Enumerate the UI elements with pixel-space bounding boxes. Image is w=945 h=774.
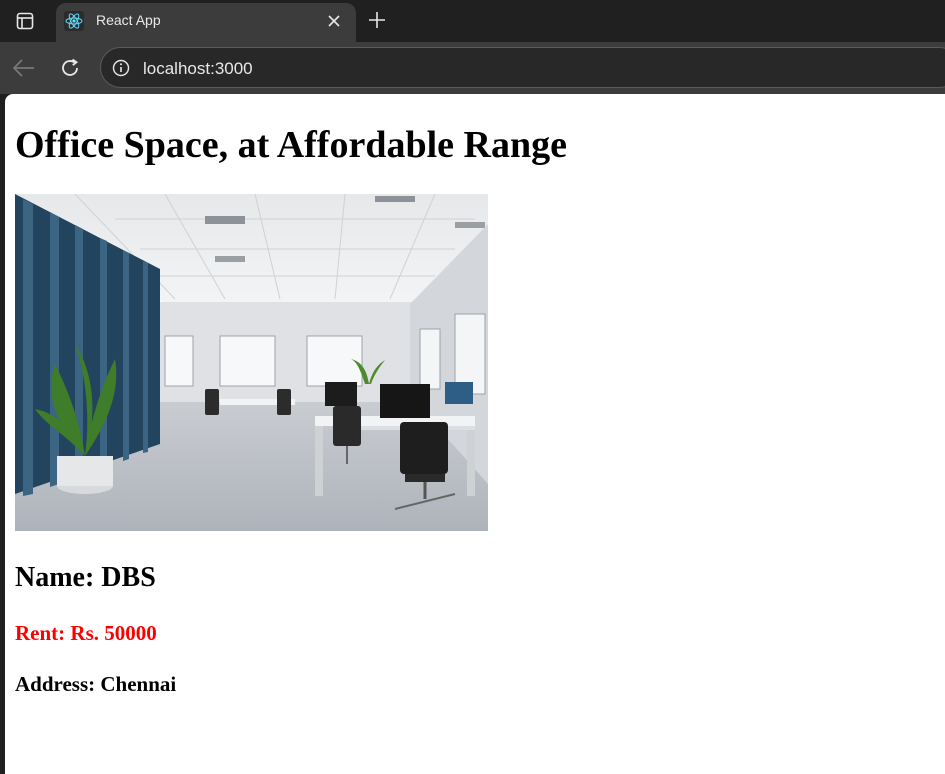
react-logo-icon: [64, 11, 84, 31]
reload-icon: [62, 58, 79, 76]
browser-tab[interactable]: React App: [56, 3, 356, 42]
page-viewport: Office Space, at Affordable Range Name: …: [5, 94, 945, 774]
close-icon[interactable]: [324, 11, 344, 31]
office-rent: Rent: Rs. 50000: [15, 621, 157, 645]
back-button[interactable]: [10, 54, 38, 82]
tab-strip: React App: [0, 0, 945, 42]
browser-toolbar: localhost:3000: [0, 42, 945, 94]
address-bar[interactable]: localhost:3000: [100, 47, 945, 88]
office-image: [15, 194, 488, 531]
office-name: Name: DBS: [15, 562, 156, 593]
info-icon[interactable]: [111, 58, 131, 78]
reload-button[interactable]: [56, 54, 84, 82]
tab-title: React App: [96, 12, 161, 28]
plus-icon: [369, 12, 385, 28]
back-arrow-icon: [12, 59, 34, 77]
url-text[interactable]: localhost:3000: [143, 59, 253, 79]
office-address: Address: Chennai: [15, 672, 177, 696]
tab-actions-icon[interactable]: [10, 9, 40, 33]
new-tab-button[interactable]: [364, 7, 390, 33]
page-heading: Office Space, at Affordable Range: [15, 124, 567, 166]
